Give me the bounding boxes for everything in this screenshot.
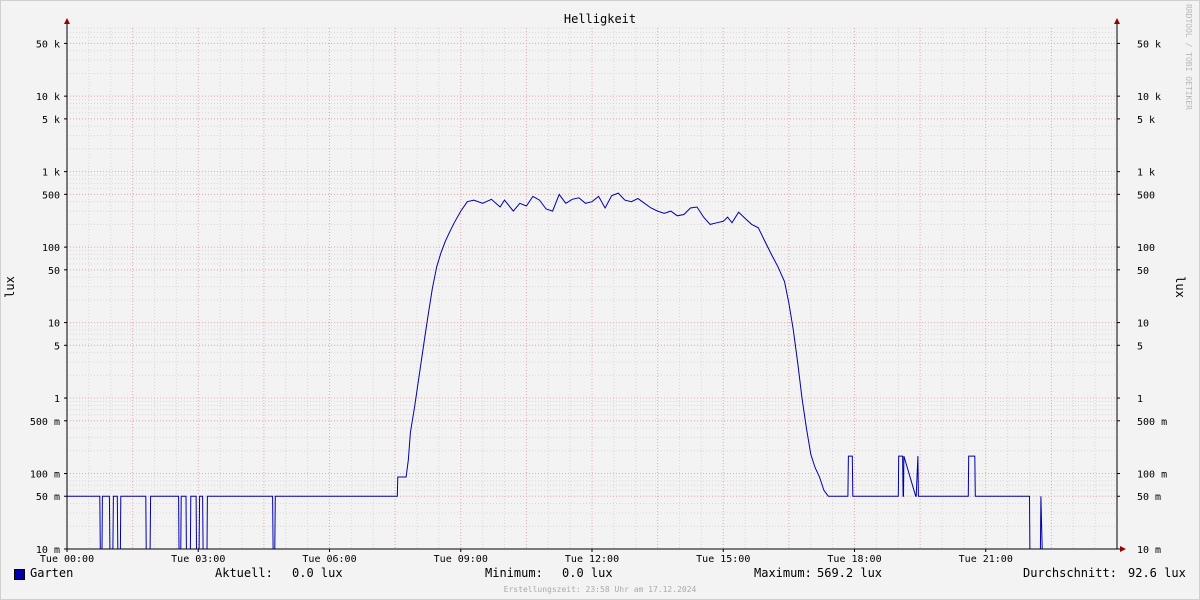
x-tick-label: Tue 12:00	[565, 554, 619, 565]
y-axis-arrow-left	[64, 18, 70, 24]
y-axis-arrow-right	[1114, 18, 1120, 24]
x-tick-label: Tue 21:00	[959, 554, 1013, 565]
durchschnitt-label: Durchschnitt:	[1023, 566, 1117, 580]
y-tick-label: 50 k	[36, 39, 60, 50]
y-tick-label: 500	[1137, 190, 1155, 201]
y-tick-label: 10 k	[36, 92, 60, 103]
x-tick-label: Tue 00:00	[40, 554, 94, 565]
y-tick-label: 50 k	[1137, 39, 1161, 50]
y-tick-label: 5 k	[42, 115, 60, 126]
y-tick-label: 100	[42, 243, 60, 254]
y-tick-label: 50	[48, 266, 60, 277]
minimum-label: Minimum:	[485, 566, 543, 580]
y-axis-label-left: lux	[3, 276, 17, 298]
rrdtool-watermark: RRDTOOL / TOBI OETIKER	[1184, 4, 1193, 110]
x-tick-label: Tue 18:00	[827, 554, 881, 565]
x-axis-arrow	[1120, 546, 1126, 552]
y-tick-label: 1	[54, 394, 60, 405]
y-tick-label: 10	[1137, 319, 1149, 330]
maximum-value: 569.2 lux	[817, 566, 883, 580]
y-tick-label: 10	[48, 319, 60, 330]
y-tick-label: 5	[1137, 341, 1143, 352]
x-tick-label: Tue 03:00	[171, 554, 225, 565]
y-tick-label: 100 m	[30, 470, 60, 481]
y-tick-label: 100 m	[1137, 470, 1167, 481]
y-tick-label: 5 k	[1137, 115, 1155, 126]
y-tick-label: 1 k	[1137, 168, 1155, 179]
y-tick-label: 100	[1137, 243, 1155, 254]
y-tick-label: 10 k	[1137, 92, 1161, 103]
y-tick-label: 500 m	[1137, 417, 1167, 428]
y-tick-label: 50 m	[36, 492, 60, 503]
chart-canvas: 10 m 50 m 100 m 500 m 1 5 10 50 100 500 1 k 5 k 10 k…	[3, 12, 1187, 565]
y-tick-label: 50	[1137, 266, 1149, 277]
x-tick-label: Tue 15:00	[696, 554, 750, 565]
y-tick-label: 1 k	[42, 168, 60, 179]
x-tick-label: Tue 06:00	[302, 554, 356, 565]
aktuell-value: 0.0 lux	[292, 566, 343, 580]
y-tick-label: 1	[1137, 394, 1143, 405]
legend-swatch	[14, 569, 25, 580]
y-tick-label: 10 m	[1137, 545, 1161, 556]
durchschnitt-value: 92.6 lux	[1128, 566, 1186, 580]
legend-row: Garten Aktuell: 0.0 lux Minimum: 0.0 lux…	[0, 566, 1200, 584]
y-tick-labels-right: 10 m 50 m 100 m 500 m 1 5 10 50 100 500 1 k 5 k 10 k…	[1117, 39, 1167, 556]
y-tick-label: 50 m	[1137, 492, 1161, 503]
x-tick-labels: Tue 00:00 Tue 03:00 Tue 06:00 Tue 09:00 Tue …	[40, 549, 1013, 565]
y-tick-labels-left: 10 m50 m100 m500 m1510501005001 k5 k10 k…	[30, 39, 67, 556]
minimum-value: 0.0 lux	[562, 566, 613, 580]
maximum-label: Maximum:	[754, 566, 812, 580]
y-tick-label: 500	[42, 190, 60, 201]
generation-timestamp: Erstellungszeit: 23:58 Uhr am 17.12.2024	[503, 585, 697, 594]
legend-series-name: Garten	[30, 566, 74, 580]
y-axis-label-right: lux	[1173, 276, 1187, 298]
axes	[64, 18, 1126, 552]
y-tick-label: 500 m	[30, 417, 60, 428]
x-tick-label: Tue 09:00	[434, 554, 488, 565]
y-tick-label: 5	[54, 341, 60, 352]
aktuell-label: Aktuell:	[215, 566, 273, 580]
major-grid	[67, 28, 1117, 550]
chart-title: Helligkeit	[564, 12, 636, 26]
series-line-garten	[67, 192, 1117, 550]
